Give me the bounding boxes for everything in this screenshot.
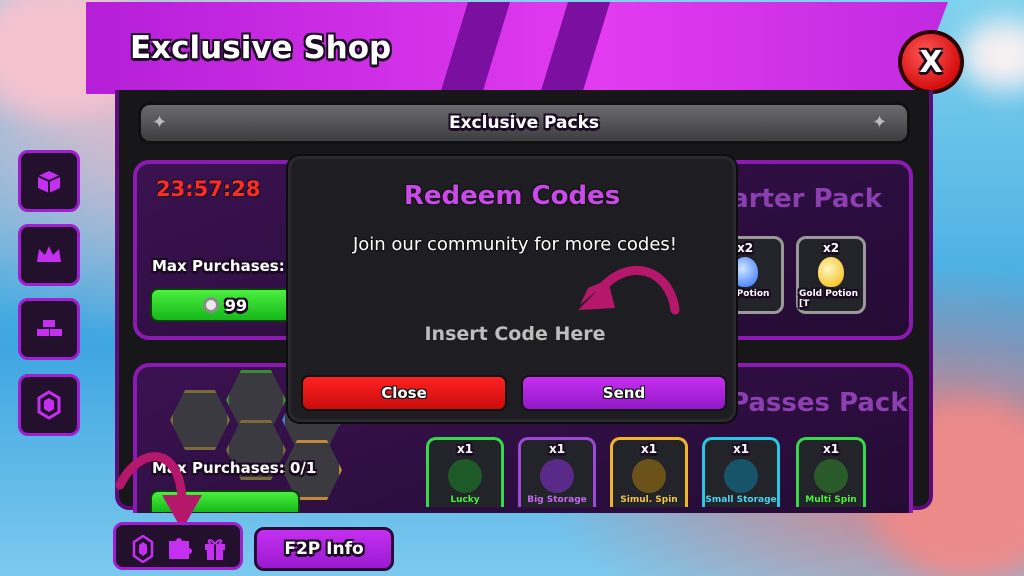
storage-icon bbox=[540, 458, 574, 493]
item-name: Lucky bbox=[450, 495, 480, 505]
box-icon bbox=[37, 171, 61, 193]
gift-icon[interactable] bbox=[202, 535, 228, 561]
pack-item[interactable]: x1 Small Storage bbox=[702, 437, 780, 507]
close-button[interactable]: Close bbox=[301, 375, 507, 411]
dice-icon bbox=[814, 458, 848, 493]
side-gem-button[interactable] bbox=[18, 374, 80, 436]
item-qty: x1 bbox=[732, 442, 750, 456]
item-name: Small Storage bbox=[705, 495, 777, 505]
crown-icon bbox=[37, 246, 61, 262]
pack-item[interactable]: x1 Simul. Spin bbox=[610, 437, 688, 507]
gem-icon[interactable] bbox=[132, 535, 154, 563]
sparkle-icon: ✦ bbox=[872, 112, 888, 133]
robux-coin-icon bbox=[202, 297, 219, 313]
close-shop-button[interactable]: X bbox=[898, 30, 964, 94]
gem-icon bbox=[37, 390, 61, 420]
side-gold-button[interactable] bbox=[18, 298, 80, 360]
item-name: Gold Potion [T bbox=[799, 289, 858, 309]
packs-banner: Exclusive Packs bbox=[138, 102, 910, 144]
puzzle-icon[interactable] bbox=[166, 535, 192, 561]
pack-timer: 23:57:28 bbox=[156, 177, 261, 201]
clover-icon bbox=[448, 458, 482, 493]
f2p-info-button[interactable]: F2P Info bbox=[254, 527, 394, 571]
shop-title: Exclusive Shop bbox=[130, 30, 392, 66]
pack-item[interactable]: x1 Multi Spin bbox=[796, 437, 866, 507]
dice-icon bbox=[632, 458, 666, 493]
gold-potion-icon bbox=[816, 255, 846, 289]
item-qty: x1 bbox=[822, 442, 840, 456]
side-crown-button[interactable] bbox=[18, 224, 80, 286]
pack-item[interactable]: x1 Lucky bbox=[426, 437, 504, 507]
item-qty: x1 bbox=[548, 442, 566, 456]
item-name: Big Storage bbox=[527, 495, 587, 505]
background-blob bbox=[960, 20, 1024, 90]
pack-item[interactable]: x1 Big Storage bbox=[518, 437, 596, 507]
item-qty: x1 bbox=[456, 442, 474, 456]
storage-icon bbox=[724, 458, 758, 493]
item-name: Multi Spin bbox=[805, 495, 857, 505]
send-button[interactable]: Send bbox=[521, 375, 727, 411]
item-name: Simul. Spin bbox=[620, 495, 678, 505]
arrow-icon bbox=[578, 265, 680, 315]
buy-starter-pack-button[interactable]: 99 bbox=[150, 288, 300, 322]
item-qty: x2 bbox=[736, 241, 754, 255]
item-qty: x2 bbox=[822, 241, 840, 255]
item-qty: x1 bbox=[640, 442, 658, 456]
sparkle-icon: ✦ bbox=[152, 112, 168, 133]
modal-title: Redeem Codes bbox=[403, 181, 621, 211]
price-label: 99 bbox=[224, 295, 248, 315]
pack-name: Passes Pack bbox=[730, 388, 908, 418]
gold-bars-icon bbox=[37, 320, 62, 336]
pack-item[interactable]: x2 Gold Potion [T bbox=[796, 236, 866, 314]
side-box-button[interactable] bbox=[18, 150, 80, 212]
